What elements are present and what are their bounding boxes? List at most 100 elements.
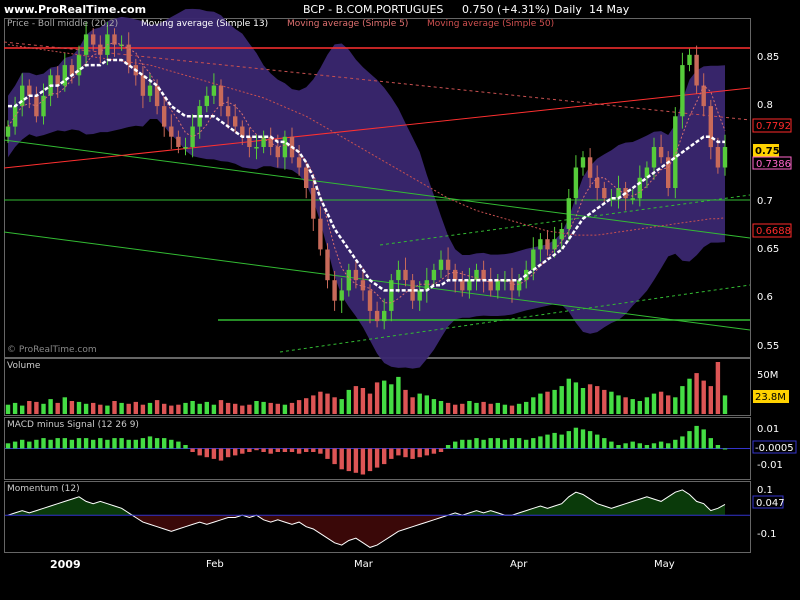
macd-bar <box>509 438 515 449</box>
x-label-month: Mar <box>354 559 374 570</box>
volume-bar <box>474 402 479 414</box>
candle <box>332 280 337 301</box>
candle <box>396 269 401 281</box>
candle <box>367 290 373 311</box>
volume-bar <box>261 401 266 414</box>
macd-bar <box>374 448 380 468</box>
macd-bar <box>275 448 280 452</box>
macd-current: -0.0005 <box>755 443 794 454</box>
volume-bar <box>651 393 657 414</box>
momentum-tick: -0.1 <box>757 529 777 540</box>
volume-bar <box>147 402 153 414</box>
candle <box>304 167 309 188</box>
legend-sma13: Moving average (Simple 13) <box>141 19 268 29</box>
volume-bar <box>112 401 117 414</box>
volume-bar <box>282 404 288 414</box>
volume-bar <box>623 397 628 414</box>
macd-bar <box>254 448 259 451</box>
macd-bar <box>559 434 564 449</box>
volume-bar <box>289 402 295 414</box>
candle <box>587 157 593 178</box>
candle <box>722 147 728 168</box>
macd-bar <box>715 445 721 449</box>
candle <box>5 126 11 137</box>
candle <box>630 198 635 200</box>
macd-bar <box>190 448 195 452</box>
macd-bar <box>367 448 373 472</box>
macd-bar <box>410 448 415 459</box>
x-label-month: Apr <box>510 559 528 570</box>
candle <box>509 280 515 291</box>
candle <box>211 85 217 96</box>
macd-bar <box>701 429 706 449</box>
price-panel <box>3 8 751 369</box>
macd-bar <box>616 445 621 449</box>
macd-bar <box>424 448 429 456</box>
volume-bar <box>460 403 465 414</box>
volume-bar <box>353 386 359 414</box>
candle <box>467 280 472 291</box>
candle <box>162 106 167 127</box>
candle <box>218 85 224 107</box>
price-label-last: 0.750 <box>755 146 787 157</box>
x-label-month: May <box>654 559 675 570</box>
volume-bar <box>197 403 202 414</box>
volume-bar <box>403 389 408 414</box>
macd-bar <box>268 448 273 454</box>
volume-bar <box>673 397 678 414</box>
macd-bar <box>623 443 628 449</box>
candle <box>559 229 564 240</box>
site-title: www.ProRealTime.com <box>4 3 146 16</box>
candle <box>580 157 586 168</box>
volume-bar <box>509 405 515 414</box>
macd-bar <box>538 436 543 449</box>
volume-bar <box>602 389 607 414</box>
macd-bar <box>311 448 316 452</box>
macd-bar <box>460 439 465 449</box>
candle <box>637 177 642 199</box>
volume-bar <box>687 378 692 414</box>
legend-momentum: Momentum (12) <box>7 484 80 494</box>
macd-tick: 0.01 <box>757 424 779 435</box>
macd-bar <box>76 438 82 449</box>
volume-bar <box>55 402 60 414</box>
macd-bar <box>708 438 713 449</box>
volume-bar <box>34 401 39 414</box>
candle <box>233 116 238 127</box>
candle <box>204 95 209 106</box>
volume-bar <box>83 403 89 414</box>
volume-bar <box>545 391 550 414</box>
volume-bar <box>183 402 188 414</box>
macd-bar <box>140 438 146 449</box>
macd-bar <box>722 448 728 450</box>
macd-bar <box>225 448 231 458</box>
volume-bar <box>218 400 224 414</box>
legend-bollinger: Price - Boll middle (20,2) <box>7 19 118 29</box>
volume-bar <box>367 393 373 414</box>
candle <box>701 85 706 107</box>
macd-bar <box>474 438 479 449</box>
volume-bar <box>417 393 422 414</box>
candle <box>602 188 607 199</box>
volume-bar <box>12 402 18 414</box>
volume-bar <box>275 403 280 414</box>
volume-bar <box>339 399 344 414</box>
macd-bar <box>247 448 252 452</box>
macd-bar <box>566 431 571 449</box>
macd-bar <box>218 448 224 461</box>
volume-bar <box>76 401 82 414</box>
price-tick: 0.6 <box>757 292 773 303</box>
candle <box>495 280 500 291</box>
macd-bar <box>481 439 486 449</box>
macd-bar <box>666 443 671 449</box>
volume-bar <box>701 380 706 414</box>
macd-panel <box>5 425 750 475</box>
macd-bar <box>69 439 75 449</box>
macd-bar <box>176 441 181 449</box>
volume-bar <box>467 401 472 414</box>
candle <box>254 147 259 149</box>
volume-bar <box>211 404 217 414</box>
volume-bar <box>580 388 586 414</box>
macd-bar <box>360 448 366 475</box>
macd-bar <box>204 448 209 458</box>
